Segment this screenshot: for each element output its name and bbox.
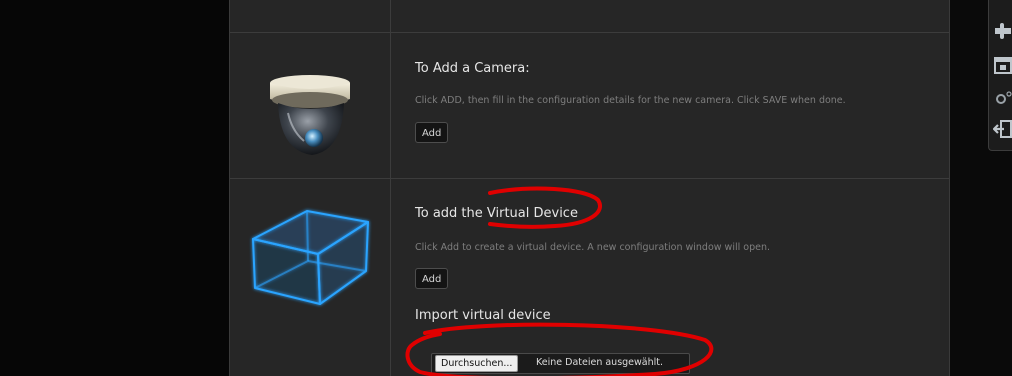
virtual-device-annotation — [488, 186, 602, 229]
annotation-overlay — [405, 186, 714, 376]
file-input-annotation — [405, 322, 714, 376]
